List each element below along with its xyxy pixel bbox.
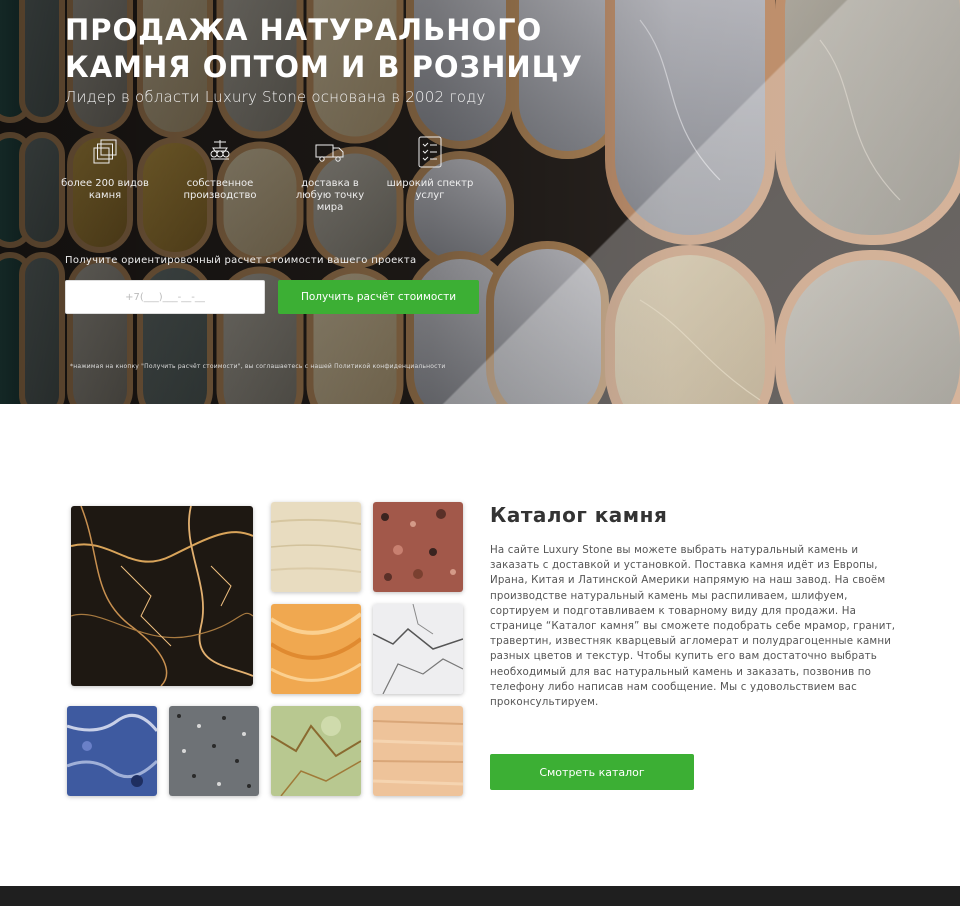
estimate-label: Получите ориентировочный расчет стоимост… [65,255,417,266]
catalog-title: Каталог камня [490,503,668,527]
feature-label: более 200 видов камня [61,178,149,201]
stone-tile-grey-granite[interactable] [169,706,259,796]
stone-tile-red-granite[interactable] [373,502,463,592]
feature-label: широкий спектр услуг [386,178,474,201]
stone-tile-black-gold-marble[interactable] [71,506,253,686]
stone-tile-travertine-beige[interactable] [271,502,361,592]
truck-icon [315,136,345,168]
feature-services: широкий спектр услуг [385,136,475,202]
feature-label: собственное производство [183,178,257,201]
checklist-icon [415,136,445,168]
factory-icon [205,136,235,168]
stone-tile-orange-onyx[interactable] [271,604,361,694]
feature-production: собственное производство [175,136,265,202]
stone-tile-white-marble[interactable] [373,604,463,694]
feature-delivery: доставка в любую точку мира [285,136,375,214]
feature-label: доставка в любую точку мира [295,178,365,213]
stone-tile-green-onyx[interactable] [271,706,361,796]
privacy-disclaimer: *нажимая на кнопку "Получить расчёт стои… [70,363,446,370]
phone-input[interactable] [65,280,265,314]
feature-stone-types: более 200 видов камня [60,136,150,202]
stack-icon [90,136,120,168]
features-list: более 200 видов камня собственное произв… [60,136,480,226]
footer-bar [0,886,960,906]
get-estimate-button[interactable]: Получить расчёт стоимости [278,280,479,314]
hero-title: ПРОДАЖА НАТУРАЛЬНОГО КАМНЯ ОПТОМ И В РОЗ… [65,13,583,84]
catalog-description: На сайте Luxury Stone вы можете выбрать … [490,544,896,709]
hero-subtitle: Лидер в области Luxury Stone основана в … [65,88,486,106]
hero-section: ПРОДАЖА НАТУРАЛЬНОГО КАМНЯ ОПТОМ И В РОЗ… [0,0,960,404]
view-catalog-button[interactable]: Смотреть каталог [490,754,694,790]
stone-tile-peach-travertine[interactable] [373,706,463,796]
stone-tile-blue-sodalite[interactable] [67,706,157,796]
